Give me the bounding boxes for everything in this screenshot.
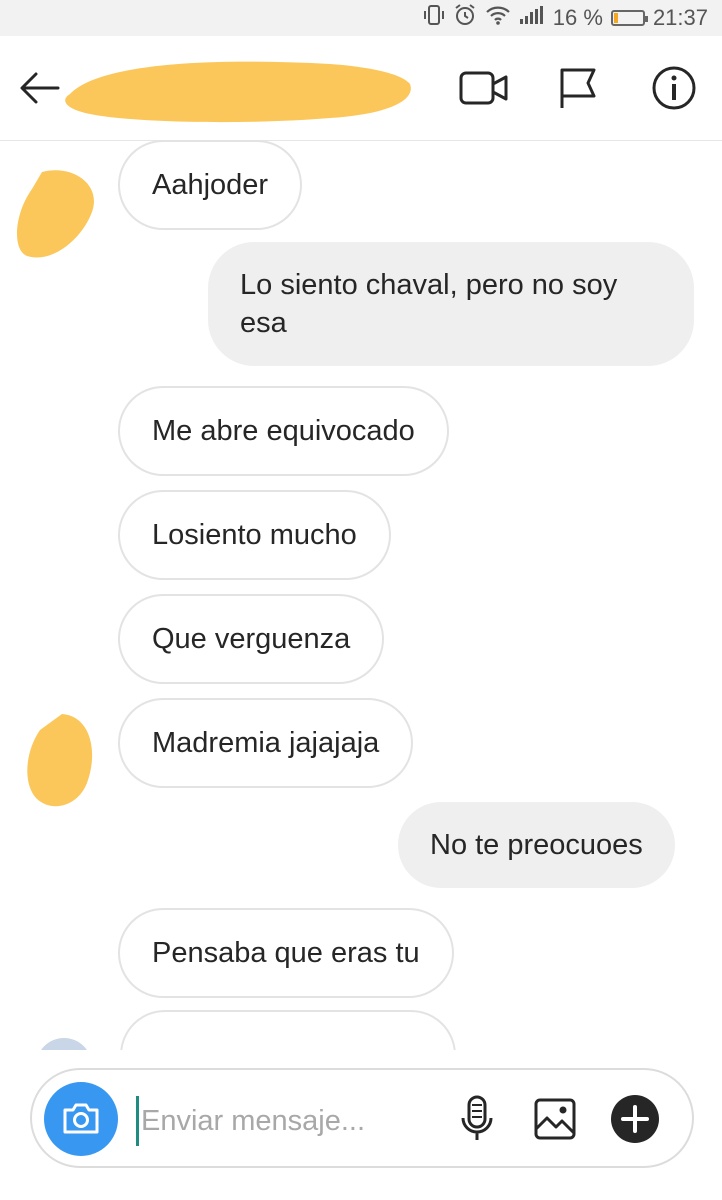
clock: 21:37 bbox=[652, 5, 708, 30]
wifi-icon bbox=[485, 4, 511, 32]
microphone-icon bbox=[461, 1095, 493, 1140]
battery-percentage: 16 % bbox=[552, 5, 603, 30]
camera-button[interactable] bbox=[44, 1082, 118, 1156]
info-icon bbox=[652, 66, 696, 110]
message-bubble-incoming[interactable]: Losiento mucho bbox=[118, 490, 391, 580]
message-bubble-incoming[interactable]: Me abre equivocado bbox=[118, 386, 449, 476]
status-bar: 16 % 21:37 bbox=[0, 0, 722, 36]
message-bubble-outgoing[interactable]: No te preocuoes bbox=[398, 802, 675, 888]
message-input[interactable] bbox=[136, 1096, 443, 1146]
report-flag-button[interactable] bbox=[552, 62, 604, 114]
avatar[interactable] bbox=[22, 710, 98, 814]
message-bubble-incoming[interactable]: Pensaba que eras tu bbox=[118, 908, 454, 998]
message-bubble-incoming[interactable]: Madremia jajajaja bbox=[118, 698, 414, 788]
image-icon bbox=[534, 1098, 576, 1140]
arrow-left-icon bbox=[20, 72, 60, 104]
battery-icon bbox=[610, 10, 648, 26]
message-composer bbox=[30, 1068, 694, 1168]
avatar[interactable] bbox=[12, 164, 102, 264]
message-bubble-incoming-partial[interactable] bbox=[120, 1010, 456, 1050]
plus-icon bbox=[611, 1095, 659, 1143]
camera-icon bbox=[63, 1103, 99, 1134]
chat-header bbox=[0, 36, 722, 141]
more-options-button[interactable] bbox=[608, 1092, 662, 1146]
alarm-icon bbox=[453, 3, 477, 33]
avatar[interactable] bbox=[36, 1038, 92, 1050]
vibrate-icon bbox=[423, 4, 445, 32]
info-button[interactable] bbox=[648, 62, 700, 114]
flag-icon bbox=[560, 68, 596, 108]
redacted-username bbox=[60, 54, 420, 126]
message-bubble-outgoing[interactable]: Lo siento chaval, pero no soy esa bbox=[208, 242, 694, 366]
video-call-button[interactable] bbox=[458, 62, 510, 114]
video-camera-icon bbox=[459, 71, 508, 105]
message-bubble-incoming[interactable]: Que verguenza bbox=[118, 594, 385, 684]
message-thread[interactable]: Aahjoder Lo siento chaval, pero no soy e… bbox=[0, 140, 722, 1050]
message-bubble-incoming[interactable]: Aahjoder bbox=[118, 140, 303, 230]
signal-icon bbox=[519, 5, 545, 31]
back-button[interactable] bbox=[18, 66, 62, 110]
voice-message-button[interactable] bbox=[450, 1092, 504, 1146]
gallery-button[interactable] bbox=[528, 1092, 582, 1146]
